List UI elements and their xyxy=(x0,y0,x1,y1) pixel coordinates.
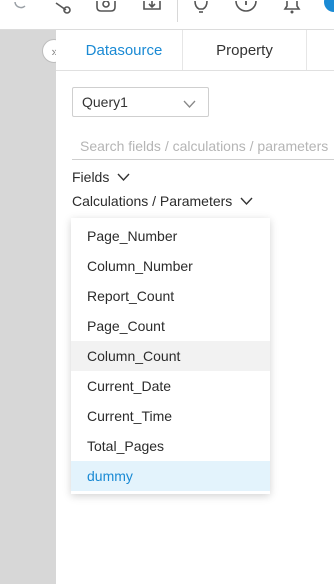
lightbulb-icon[interactable] xyxy=(189,0,213,16)
chevron-down-icon xyxy=(183,96,196,112)
toolbar-separator xyxy=(177,0,178,22)
export-icon[interactable] xyxy=(140,0,164,16)
top-toolbar xyxy=(0,0,334,30)
query-select[interactable]: Query1 xyxy=(72,87,209,117)
chevron-down-icon xyxy=(240,193,253,209)
search-fields-input[interactable] xyxy=(72,132,334,160)
left-gutter xyxy=(0,30,56,584)
menu-item-page-count[interactable]: Page_Count xyxy=(71,311,270,341)
menu-item-column-count[interactable]: Column_Count xyxy=(71,341,270,371)
bell-icon[interactable] xyxy=(280,0,304,16)
fields-label: Fields xyxy=(72,169,110,185)
menu-item-dummy[interactable]: dummy xyxy=(71,461,270,491)
camera-icon[interactable] xyxy=(94,0,118,16)
refresh-icon[interactable] xyxy=(8,0,32,16)
info-icon[interactable] xyxy=(234,0,258,16)
menu-item-current-date[interactable]: Current_Date xyxy=(71,371,270,401)
panel-tabs: Datasource Property xyxy=(56,30,334,71)
menu-item-page-number[interactable]: Page_Number xyxy=(71,221,270,251)
query-select-value: Query1 xyxy=(82,94,128,110)
calculations-parameters-label: Calculations / Parameters xyxy=(72,193,233,209)
share-icon[interactable] xyxy=(50,0,74,16)
calculations-dropdown-menu: Page_Number Column_Number Report_Count P… xyxy=(71,218,270,494)
tab-property[interactable]: Property xyxy=(183,30,307,70)
menu-item-total-pages[interactable]: Total_Pages xyxy=(71,431,270,461)
tab-datasource[interactable]: Datasource xyxy=(66,30,183,70)
menu-item-current-time[interactable]: Current_Time xyxy=(71,401,270,431)
user-avatar[interactable] xyxy=(318,0,334,16)
calculations-parameters-toggle[interactable]: Calculations / Parameters xyxy=(72,191,253,211)
menu-item-column-number[interactable]: Column_Number xyxy=(71,251,270,281)
datasource-panel: Datasource Property Query1 Fields Calcul… xyxy=(56,30,334,584)
chevron-down-icon xyxy=(117,169,130,185)
menu-item-report-count[interactable]: Report_Count xyxy=(71,281,270,311)
fields-toggle[interactable]: Fields xyxy=(72,167,130,187)
